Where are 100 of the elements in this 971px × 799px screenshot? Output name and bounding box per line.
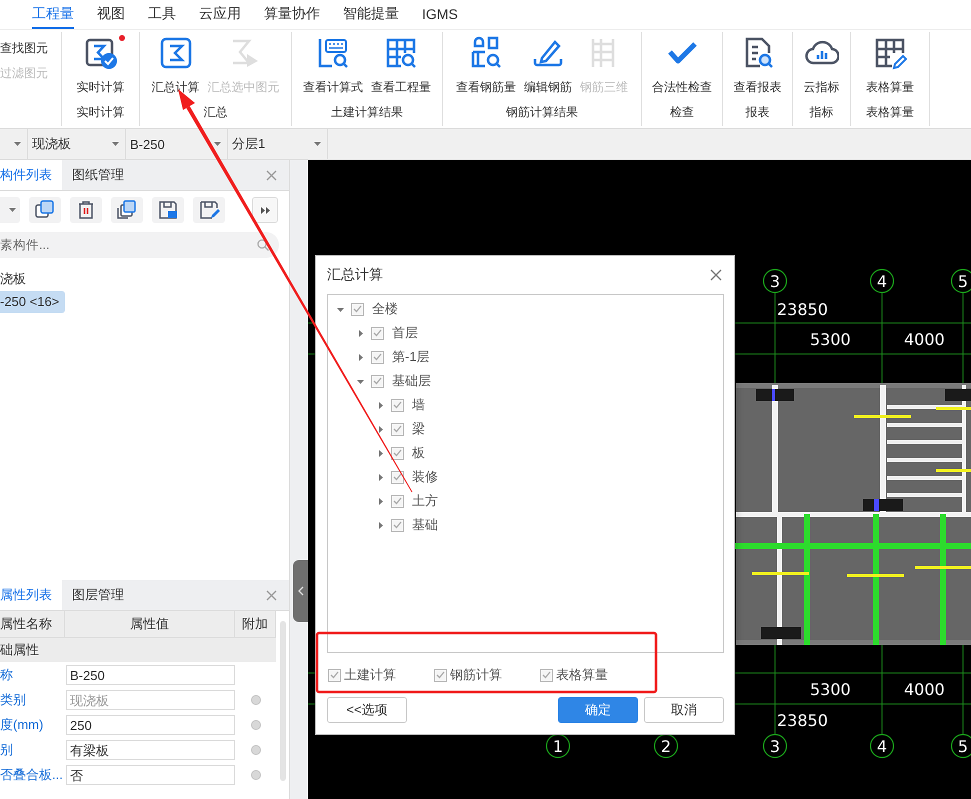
tree-item[interactable]: 第-1层 [392,348,430,366]
toolbar-button[interactable]: 汇总计算 [150,32,202,102]
caret-icon[interactable] [377,450,384,456]
caret-icon[interactable] [337,306,344,312]
toolbar-button[interactable]: 查看钢筋量 [454,32,518,102]
caret-icon[interactable] [377,522,384,528]
toolbar-button[interactable] [111,197,143,223]
checkbox[interactable] [371,350,384,364]
checkbox[interactable] [371,326,384,340]
panel-tab[interactable]: 图纸管理 [72,160,134,190]
axis-bubble: 5 [950,734,971,758]
toolbar-button[interactable]: 实时计算 [74,32,126,102]
checkbox[interactable] [391,494,404,508]
axis-bubble: 2 [654,734,678,758]
collapse-handle[interactable] [293,560,308,622]
checkbox[interactable] [391,470,404,484]
toolbar-button[interactable]: 查看计算式 [301,32,365,102]
column-header: 附加 [235,611,276,637]
menu-tab[interactable]: 视图 [97,0,125,29]
toolbar-button[interactable] [193,197,225,223]
checkbox[interactable] [391,518,404,532]
search-field[interactable]: 素构件... [0,232,279,258]
checkbox[interactable] [351,302,364,316]
toolbar-button[interactable]: 查看工程量 [369,32,433,102]
axis-bubble: 3 [762,734,788,758]
checkbox[interactable] [371,374,384,388]
toolbar-button[interactable]: 云指标 [802,32,842,102]
axis-bubble: 5 [950,268,971,294]
panel-tab[interactable]: 图层管理 [72,580,134,610]
toolbar-button[interactable]: 查找图元 [0,38,48,59]
confirm-button[interactable]: 确定 [558,697,638,723]
value-field[interactable]: 250 [66,714,235,734]
toolbar-button[interactable]: 合法性检查 [650,32,714,102]
menu-tab[interactable]: 云应用 [199,0,241,29]
caret-icon[interactable] [357,330,364,336]
dimension-label: 5300 [810,680,851,699]
toolbar-button[interactable] [152,197,184,223]
tree-item[interactable]: 土方 [412,492,438,510]
menu-tab[interactable]: IGMS [422,0,458,29]
group-header: 础属性 [0,638,276,662]
options-button[interactable]: <<选项 [327,697,407,723]
dropdown[interactable] [0,197,20,223]
toolbar-button[interactable] [252,197,278,223]
tree-item[interactable]: 首层 [392,324,418,342]
tree-item[interactable]: 装修 [412,468,438,486]
checkbox[interactable] [391,398,404,412]
checkbox[interactable] [540,668,553,682]
caret-icon[interactable] [377,474,384,480]
caret-icon[interactable] [357,354,364,360]
menu-tab[interactable]: 智能提量 [343,0,399,29]
floppy-pencil-icon [198,199,220,221]
dropdown[interactable]: 现浇板 [28,129,126,159]
double-chevron-icon [260,206,270,214]
menu-tab[interactable]: 算量协作 [264,0,320,29]
checkbox-label[interactable]: 钢筋计算 [450,666,502,684]
cancel-button[interactable]: 取消 [644,697,724,723]
tree-item[interactable]: -250 <16> [0,291,66,313]
value-field[interactable]: B-250 [66,664,235,684]
search-icon[interactable] [257,239,269,251]
toolbar-button[interactable]: 表格算量 [864,32,916,102]
attach-dot[interactable] [250,720,260,730]
panel-tab[interactable]: 构件列表 [0,160,62,190]
dropdown[interactable]: 分层1 [228,129,328,159]
checkbox-label[interactable]: 表格算量 [556,666,608,684]
toolbar-button[interactable] [29,197,61,223]
tree-item[interactable]: 墙 [412,396,425,414]
checkbox[interactable] [328,668,341,682]
attach-dot[interactable] [250,744,260,754]
caret-icon[interactable] [377,498,384,504]
tree-item[interactable]: 板 [412,444,425,462]
floppy-image-icon [157,199,179,221]
close-icon[interactable] [710,269,722,281]
caret-icon [112,142,119,146]
group-title: 检查 [669,104,695,121]
grid-pencil-icon [873,36,907,70]
attach-dot[interactable] [250,770,260,780]
panel-tab[interactable]: 属性列表 [0,580,62,610]
checkbox[interactable] [434,668,447,682]
checkbox[interactable] [391,446,404,460]
toolbar-button[interactable]: 编辑钢筋 [522,32,574,102]
column-header: 属性名称 [0,611,65,637]
tree-item[interactable]: 基础 [412,516,438,534]
tree-item[interactable]: 基础层 [392,372,431,390]
close-icon[interactable] [266,590,277,600]
toolbar-button[interactable]: 查看报表 [732,32,784,102]
grid-magnifier-icon [384,36,418,70]
value-field[interactable]: 有梁板 [66,740,235,760]
tree-item[interactable]: 全楼 [372,300,398,318]
caret-icon[interactable] [377,426,384,432]
menu-tab[interactable]: 工具 [148,0,176,29]
checkbox-label[interactable]: 土建计算 [344,666,396,684]
tree-item[interactable]: 浇板 [0,268,32,290]
caret-icon[interactable] [357,378,364,384]
close-icon[interactable] [266,170,277,180]
property-name: 类别 [0,690,27,708]
value-field[interactable]: 否 [66,764,235,784]
checkbox[interactable] [391,422,404,436]
tree-item[interactable]: 梁 [412,420,425,438]
toolbar-button[interactable] [70,197,102,223]
caret-icon[interactable] [377,402,384,408]
